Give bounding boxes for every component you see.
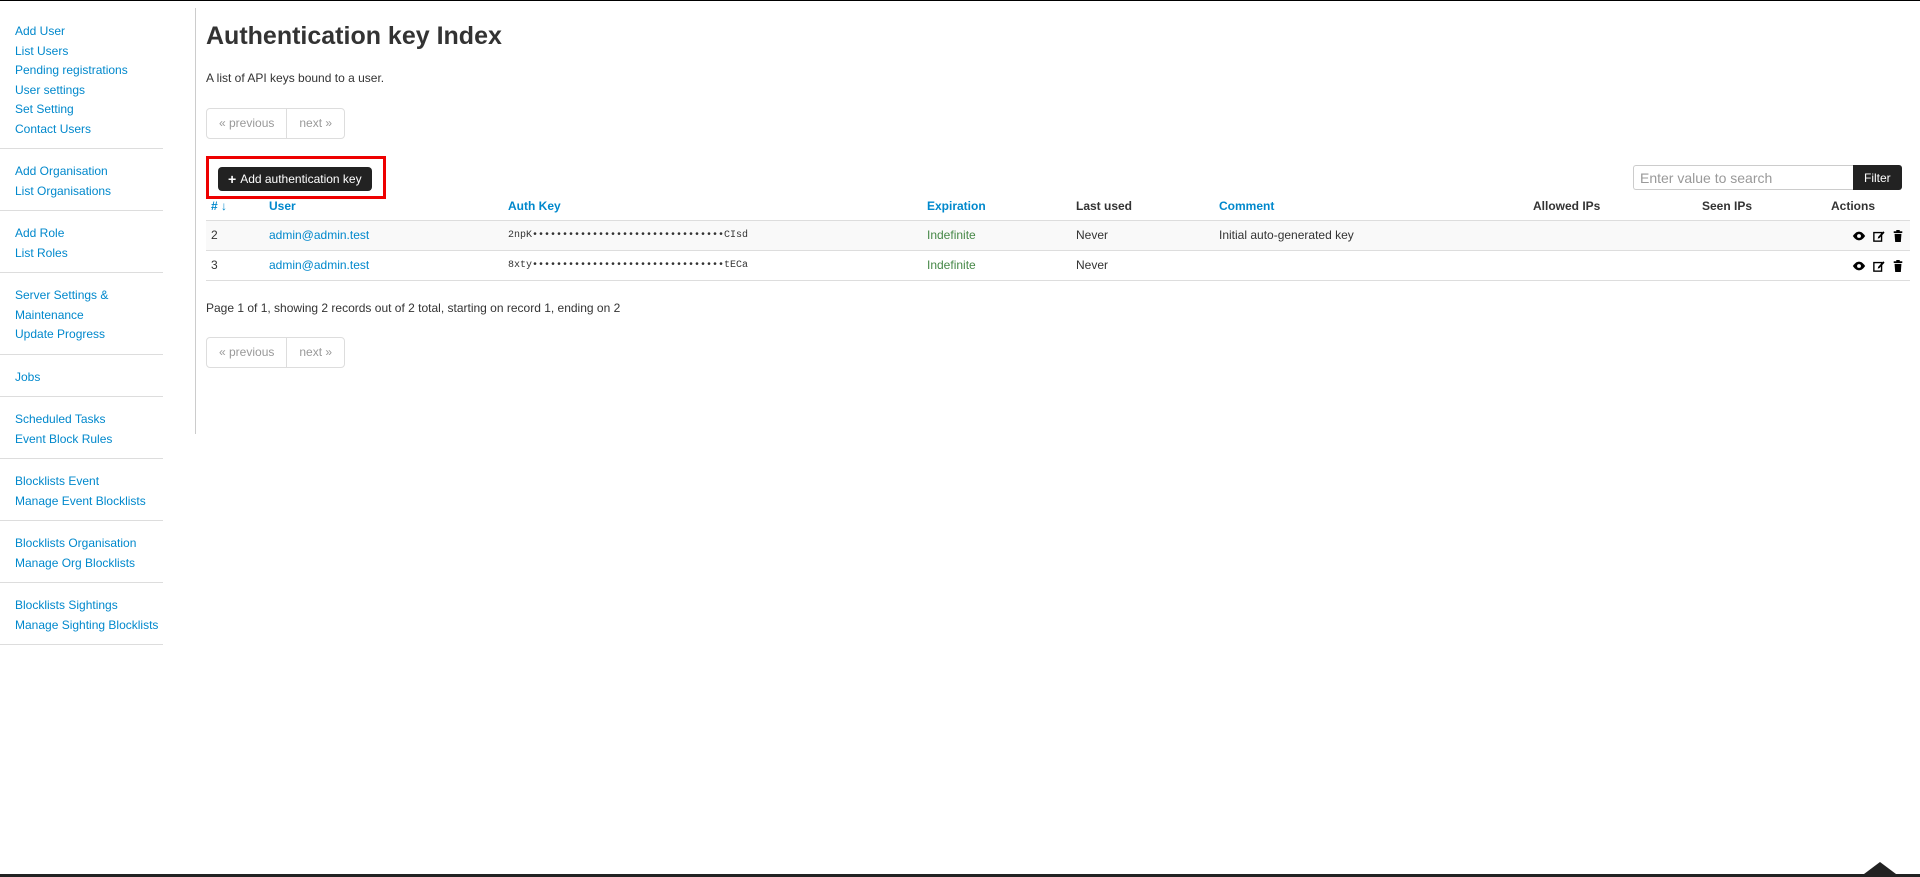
sidebar-item-user-settings[interactable]: User settings: [15, 81, 163, 101]
cell-seen-ips: [1697, 250, 1826, 281]
cell-seen-ips: [1697, 220, 1826, 251]
sidebar-item-jobs[interactable]: Jobs: [15, 368, 163, 388]
table-header-row: # ↓ User Auth Key Expiration Last used C…: [206, 193, 1910, 221]
sidebar-group-users: Add User List Users Pending registration…: [0, 8, 163, 149]
edit-icon[interactable]: [1872, 260, 1886, 272]
auth-keys-table: # ↓ User Auth Key Expiration Last used C…: [206, 193, 1910, 281]
scroll-up-icon[interactable]: [1864, 862, 1896, 874]
cell-allowed-ips: [1528, 250, 1697, 281]
header-last-used: Last used: [1071, 193, 1214, 221]
cell-last-used: Never: [1071, 220, 1214, 251]
pagination-counter: Page 1 of 1, showing 2 records out of 2 …: [206, 301, 621, 315]
sidebar-group-org-blocklists: Blocklists Organisation Manage Org Block…: [0, 521, 163, 583]
plus-icon: +: [228, 171, 237, 187]
header-auth-key[interactable]: Auth Key: [503, 193, 922, 221]
sidebar-item-manage-org-blocklists[interactable]: Manage Org Blocklists: [15, 554, 163, 574]
pagination-next[interactable]: next »: [286, 338, 344, 367]
header-allowed-ips: Allowed IPs: [1528, 193, 1697, 221]
sidebar-item-update-progress[interactable]: Update Progress: [15, 325, 163, 345]
sidebar-item-event-block-rules[interactable]: Event Block Rules: [15, 430, 163, 450]
cell-auth-key: 8xty••••••••••••••••••••••••••••••••tECa: [503, 250, 922, 281]
sidebar-group-jobs: Jobs: [0, 355, 163, 397]
edit-icon[interactable]: [1872, 230, 1886, 242]
cell-actions: [1826, 220, 1910, 251]
header-seen-ips: Seen IPs: [1697, 193, 1826, 221]
sidebar-item-add-role[interactable]: Add Role: [15, 224, 163, 244]
sidebar-item-add-user[interactable]: Add User: [15, 22, 163, 42]
page-title: Authentication key Index: [206, 22, 502, 50]
cell-id: 3: [206, 250, 264, 281]
page-description: A list of API keys bound to a user.: [206, 71, 385, 85]
cell-comment: [1214, 250, 1528, 281]
header-comment[interactable]: Comment: [1214, 193, 1528, 221]
cell-allowed-ips: [1528, 220, 1697, 251]
sidebar-item-manage-event-blocklists[interactable]: Manage Event Blocklists: [15, 492, 163, 512]
sidebar-item-server-settings[interactable]: Server Settings & Maintenance: [15, 286, 125, 325]
header-id[interactable]: # ↓: [206, 193, 264, 221]
header-actions: Actions: [1826, 193, 1910, 221]
sidebar-item-pending-registrations[interactable]: Pending registrations: [15, 61, 163, 81]
sort-down-icon: ↓: [221, 199, 228, 214]
sidebar-item-list-roles[interactable]: List Roles: [15, 244, 163, 264]
pagination-top: « previous next »: [206, 108, 346, 139]
cell-id: 2: [206, 220, 264, 251]
sidebar-group-tasks: Scheduled Tasks Event Block Rules: [0, 397, 163, 459]
sidebar-item-blocklists-sightings[interactable]: Blocklists Sightings: [15, 596, 163, 616]
pagination-bottom: « previous next »: [206, 337, 346, 368]
table-row: 2 admin@admin.test 2npK•••••••••••••••••…: [206, 220, 1910, 251]
sidebar-item-contact-users[interactable]: Contact Users: [15, 120, 163, 140]
trash-icon[interactable]: [1891, 259, 1905, 272]
search-input[interactable]: [1633, 165, 1853, 190]
header-user[interactable]: User: [264, 193, 503, 221]
pagination-previous[interactable]: « previous: [207, 338, 286, 367]
cell-auth-key: 2npK••••••••••••••••••••••••••••••••CIsd: [503, 220, 922, 251]
cell-expiration: Indefinite: [922, 220, 1071, 251]
cell-last-used: Never: [1071, 250, 1214, 281]
sidebar-item-manage-sighting-blocklists[interactable]: Manage Sighting Blocklists: [15, 616, 163, 636]
sidebar-item-scheduled-tasks[interactable]: Scheduled Tasks: [15, 410, 163, 430]
pagination-previous[interactable]: « previous: [207, 109, 286, 138]
trash-icon[interactable]: [1891, 229, 1905, 242]
cell-expiration: Indefinite: [922, 250, 1071, 281]
sidebar: Add User List Users Pending registration…: [0, 8, 196, 645]
top-border: [0, 0, 1920, 1]
search-form: Filter: [1633, 165, 1902, 190]
sidebar-group-organisations: Add Organisation List Organisations: [0, 149, 163, 211]
table-row: 3 admin@admin.test 8xty•••••••••••••••••…: [206, 250, 1910, 281]
pagination-next[interactable]: next »: [286, 109, 344, 138]
sidebar-item-set-setting[interactable]: Set Setting: [15, 100, 163, 120]
sidebar-group-sighting-blocklists: Blocklists Sightings Manage Sighting Blo…: [0, 583, 163, 645]
filter-button[interactable]: Filter: [1853, 165, 1902, 190]
cell-actions: [1826, 250, 1910, 281]
sidebar-group-roles: Add Role List Roles: [0, 211, 163, 273]
sidebar-item-blocklists-event[interactable]: Blocklists Event: [15, 472, 163, 492]
sidebar-item-list-organisations[interactable]: List Organisations: [15, 182, 163, 202]
add-authentication-key-button[interactable]: + Add authentication key: [218, 167, 372, 191]
cell-user-link[interactable]: admin@admin.test: [269, 258, 369, 272]
sidebar-item-blocklists-organisation[interactable]: Blocklists Organisation: [15, 534, 163, 554]
eye-icon[interactable]: [1852, 260, 1866, 272]
add-button-label: Add authentication key: [240, 172, 362, 186]
sidebar-group-server: Server Settings & Maintenance Update Pro…: [0, 273, 163, 355]
cell-user-link[interactable]: admin@admin.test: [269, 228, 369, 242]
cell-comment: Initial auto-generated key: [1214, 220, 1528, 251]
sidebar-item-add-organisation[interactable]: Add Organisation: [15, 162, 163, 182]
sidebar-group-event-blocklists: Blocklists Event Manage Event Blocklists: [0, 459, 163, 521]
header-expiration[interactable]: Expiration: [922, 193, 1071, 221]
sidebar-item-list-users[interactable]: List Users: [15, 42, 163, 62]
eye-icon[interactable]: [1852, 230, 1866, 242]
